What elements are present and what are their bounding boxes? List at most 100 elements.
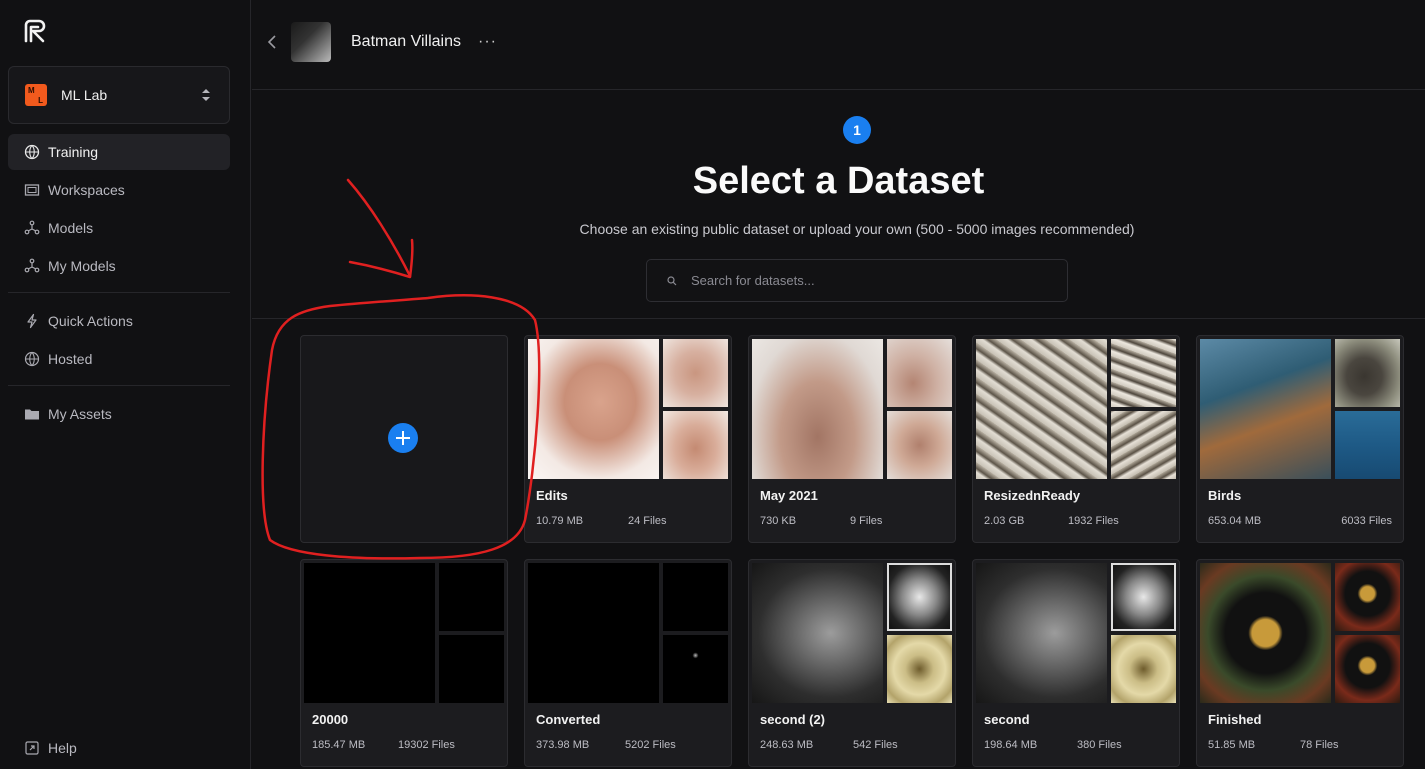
dataset-file-count: 380 Files	[1077, 739, 1122, 751]
dataset-card[interactable]: Finished 51.85 MB 78 Files	[1196, 559, 1404, 767]
sidebar-item-label: Help	[48, 740, 77, 756]
dataset-file-count: 78 Files	[1300, 739, 1339, 751]
dataset-preview	[1200, 563, 1400, 703]
help-icon	[25, 741, 39, 755]
upload-dataset-card[interactable]	[300, 335, 508, 543]
preview-image	[1111, 339, 1176, 407]
preview-image	[752, 339, 883, 479]
dataset-file-count: 19302 Files	[398, 739, 455, 751]
preview-image	[976, 339, 1107, 479]
dataset-card[interactable]: Edits 10.79 MB 24 Files	[524, 335, 732, 543]
dataset-size: 730 KB	[760, 515, 797, 527]
sidebar-item-training[interactable]: Training	[8, 134, 230, 170]
sidebar-item-help[interactable]: Help	[8, 730, 230, 766]
sidebar-item-label: My Assets	[48, 406, 112, 422]
app-root: M L ML Lab Training Workspaces Models My…	[0, 0, 1425, 769]
preview-image	[1111, 563, 1176, 631]
workspace-badge-bottom: L	[38, 96, 43, 105]
preview-image	[1335, 411, 1400, 479]
page-subtitle: Choose an existing public dataset or upl…	[579, 221, 1135, 237]
workspace-badge-top: M	[28, 86, 35, 95]
preview-image	[663, 339, 728, 407]
dataset-size: 653.04 MB	[1208, 515, 1262, 527]
dataset-size: 198.64 MB	[984, 739, 1038, 751]
search-icon	[667, 275, 677, 285]
preview-image	[887, 411, 952, 479]
dataset-size: 51.85 MB	[1208, 739, 1256, 751]
chevron-left-icon[interactable]	[266, 34, 278, 50]
dataset-file-count: 5202 Files	[625, 739, 676, 751]
sidebar-item-hosted[interactable]: Hosted	[8, 341, 230, 377]
preview-image	[528, 339, 659, 479]
dataset-preview	[304, 563, 504, 703]
sidebar-item-my-assets[interactable]: My Assets	[8, 396, 230, 432]
annotation-arrowhead	[348, 238, 414, 279]
dataset-file-count: 9 Files	[850, 515, 883, 527]
preview-image	[439, 635, 504, 703]
sidebar-item-workspaces[interactable]: Workspaces	[8, 172, 230, 208]
dataset-search[interactable]	[646, 259, 1068, 302]
dataset-card[interactable]: Birds 653.04 MB 6033 Files	[1196, 335, 1404, 543]
plus-icon[interactable]	[388, 423, 418, 453]
dataset-preview	[976, 563, 1176, 703]
globe-icon	[24, 351, 40, 367]
workspace-switcher[interactable]: M L ML Lab	[8, 66, 230, 124]
workspace-name: ML Lab	[61, 87, 108, 103]
dataset-card[interactable]: 20000 185.47 MB 19302 Files	[300, 559, 508, 767]
preview-image	[752, 563, 883, 703]
dataset-card[interactable]: second (2) 248.63 MB 542 Files	[748, 559, 956, 767]
preview-image	[663, 411, 728, 479]
search-input[interactable]	[691, 273, 1051, 288]
dataset-preview	[1200, 339, 1400, 479]
dataset-name: Edits	[536, 488, 568, 503]
sidebar-item-label: Workspaces	[48, 182, 125, 198]
dataset-size: 185.47 MB	[312, 739, 366, 751]
workspace-avatar: M L	[25, 84, 47, 106]
sidebar-item-models[interactable]: Models	[8, 210, 230, 246]
dataset-preview	[976, 339, 1176, 479]
preview-image	[1335, 339, 1400, 407]
preview-image	[528, 563, 659, 703]
preview-image	[887, 563, 952, 631]
lightning-icon	[27, 313, 37, 329]
dataset-preview	[752, 563, 952, 703]
preview-image	[1335, 563, 1400, 631]
dataset-card[interactable]: ResizednReady 2.03 GB 1932 Files	[972, 335, 1180, 543]
preview-image	[1335, 635, 1400, 703]
dataset-preview	[752, 339, 952, 479]
preview-image	[887, 635, 952, 703]
training-icon	[24, 144, 40, 160]
preview-image	[304, 563, 435, 703]
project-title[interactable]: Batman Villains	[351, 33, 461, 51]
sidebar-divider	[8, 292, 230, 293]
dataset-size: 248.63 MB	[760, 739, 814, 751]
sidebar-item-my-models[interactable]: My Models	[8, 248, 230, 284]
preview-image	[887, 339, 952, 407]
content-divider	[252, 318, 1425, 319]
chevron-up-down-icon	[202, 89, 210, 101]
dataset-size: 373.98 MB	[536, 739, 590, 751]
top-header: Batman Villains ···	[252, 0, 1425, 90]
preview-image	[1200, 339, 1331, 479]
dataset-name: second (2)	[760, 712, 826, 727]
sidebar-item-label: Training	[48, 144, 99, 160]
sidebar: M L ML Lab Training Workspaces Models My…	[0, 0, 251, 769]
sidebar-item-label: Hosted	[48, 351, 93, 367]
dataset-name: ResizednReady	[984, 488, 1081, 503]
dataset-name: second	[984, 712, 1030, 727]
runway-logo-icon[interactable]	[23, 18, 49, 44]
dataset-card[interactable]: second 198.64 MB 380 Files	[972, 559, 1180, 767]
more-options-button[interactable]: ···	[478, 33, 497, 51]
preview-image	[1200, 563, 1331, 703]
step-badge: 1	[843, 116, 871, 144]
project-thumbnail	[291, 22, 331, 62]
sidebar-item-quick-actions[interactable]: Quick Actions	[8, 303, 230, 339]
dataset-card[interactable]: Converted 373.98 MB 5202 Files	[524, 559, 732, 767]
dataset-file-count: 6033 Files	[1341, 515, 1392, 527]
dataset-name: Converted	[536, 712, 601, 727]
models-icon	[24, 220, 40, 235]
preview-image	[663, 563, 728, 631]
dataset-card[interactable]: May 2021 730 KB 9 Files	[748, 335, 956, 543]
dataset-file-count: 542 Files	[853, 739, 898, 751]
my-models-icon	[24, 258, 40, 273]
